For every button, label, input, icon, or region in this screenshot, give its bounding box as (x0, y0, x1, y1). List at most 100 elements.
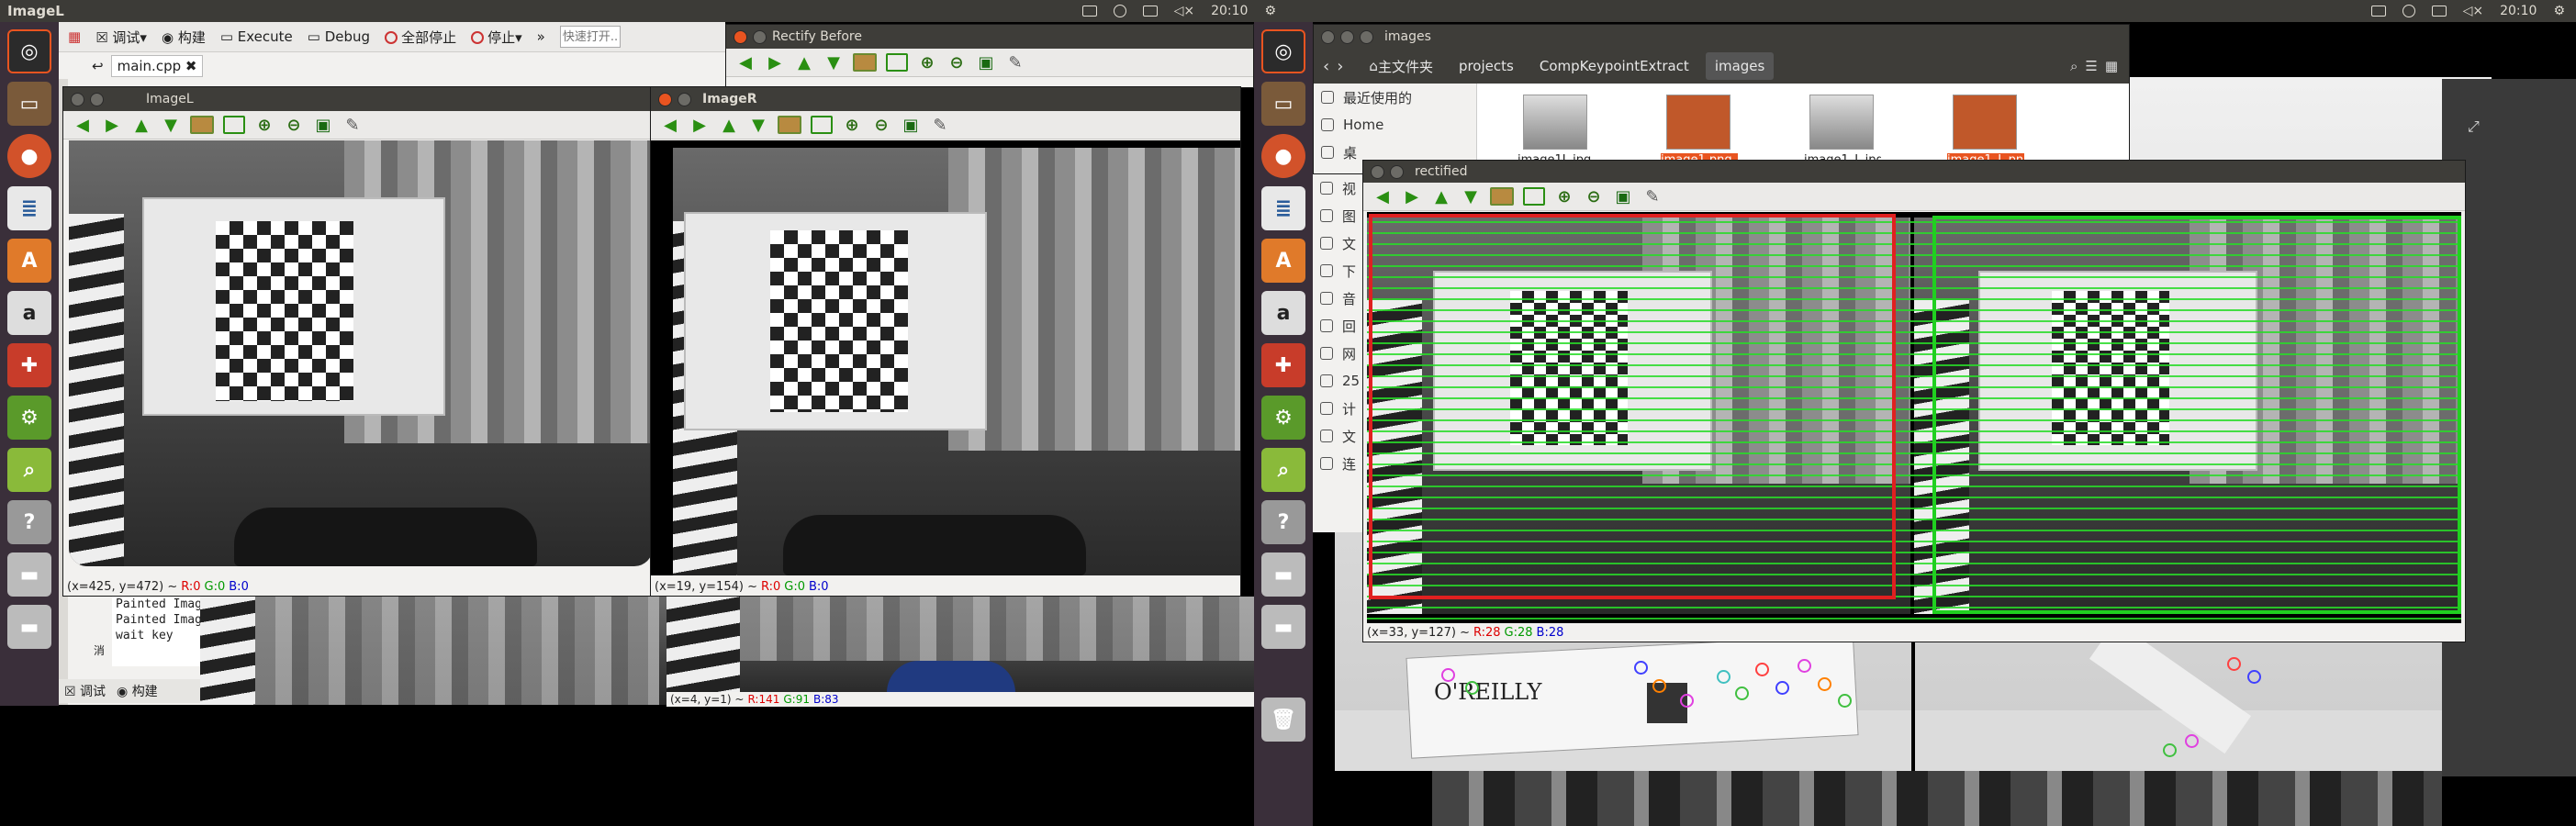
arrow-down-icon[interactable]: ▼ (823, 52, 844, 73)
forward-icon[interactable]: › (1337, 57, 1343, 76)
ubuntu-icon[interactable]: ◎ (7, 29, 51, 73)
zoom-in-icon[interactable]: ⊕ (842, 115, 862, 135)
system-tray-left[interactable]: ◁× 20:10 ⚙ (1081, 0, 1276, 22)
zoom-fit-icon[interactable] (811, 116, 833, 134)
minimize-button[interactable] (1340, 29, 1354, 44)
minimize-button[interactable] (90, 92, 104, 106)
arrow-up-icon[interactable]: ▲ (1431, 186, 1451, 206)
drive-icon[interactable]: ▬ (1261, 605, 1305, 649)
minimize-button[interactable] (678, 92, 691, 106)
arrow-left-icon[interactable]: ◀ (735, 52, 756, 73)
save-icon[interactable]: ▣ (901, 115, 921, 135)
search-icon[interactable]: ⌕ (2070, 58, 2078, 74)
mail-icon[interactable] (2370, 6, 2386, 17)
amazon-icon[interactable]: a (1261, 291, 1305, 335)
close-button[interactable] (1371, 164, 1384, 179)
breadcrumb-home[interactable]: ⌂ 主文件夹 (1360, 52, 1442, 80)
writer-icon[interactable]: ≣ (1261, 186, 1305, 230)
writer-icon[interactable]: ≣ (7, 186, 51, 230)
breadcrumb-projects[interactable]: projects (1450, 52, 1523, 80)
imager-titlebar[interactable]: ImageR (651, 87, 1240, 111)
rectify-before-titlebar[interactable]: Rectify Before (726, 25, 1253, 49)
fullscreen-icon[interactable]: ⤢ (2468, 117, 2480, 136)
file-thumb[interactable] (1953, 95, 2017, 150)
file-manager-titlebar[interactable]: images (1314, 25, 2129, 49)
battery-icon[interactable] (2431, 6, 2447, 17)
zoom-fit-icon[interactable] (223, 116, 245, 134)
image-icon[interactable] (1490, 187, 1514, 206)
terminal-icon[interactable]: ⚙ (7, 396, 51, 440)
files-icon[interactable]: ▭ (7, 82, 51, 126)
amazon-icon[interactable]: a (7, 291, 51, 335)
list-view-icon[interactable]: ☰ (2085, 58, 2097, 74)
arrow-left-icon[interactable]: ◀ (660, 115, 680, 135)
volume-icon[interactable]: ◁× (2463, 4, 2484, 18)
grid-icon[interactable]: ▦ (68, 28, 81, 45)
arrow-up-icon[interactable]: ▲ (719, 115, 739, 135)
tab-debug[interactable]: ☒ 调试 (64, 682, 106, 700)
imager-canvas[interactable] (673, 148, 1240, 575)
properties-icon[interactable]: ✎ (930, 115, 950, 135)
help-icon[interactable]: ? (7, 500, 51, 544)
software-center-icon[interactable]: A (7, 239, 51, 283)
arrow-right-icon[interactable]: ▶ (689, 115, 710, 135)
close-button[interactable] (1321, 29, 1335, 44)
maximize-button[interactable] (1360, 29, 1373, 44)
gear-icon[interactable]: ⚙ (1264, 4, 1276, 18)
terminal-icon[interactable]: ⚙ (1261, 396, 1305, 440)
close-button[interactable] (734, 29, 747, 44)
build-menu[interactable]: ◉ 构建 (162, 28, 206, 47)
wifi-icon[interactable] (1113, 5, 1126, 17)
close-button[interactable] (71, 92, 84, 106)
properties-icon[interactable]: ✎ (1642, 186, 1663, 206)
back-icon[interactable]: ↩ (92, 58, 104, 74)
arrow-down-icon[interactable]: ▼ (1461, 186, 1481, 206)
arrow-right-icon[interactable]: ▶ (765, 52, 785, 73)
properties-icon[interactable]: ✎ (1005, 52, 1025, 73)
image-icon[interactable] (853, 53, 877, 72)
imagel-canvas[interactable] (69, 140, 653, 566)
save-icon[interactable]: ▣ (313, 115, 333, 135)
image-icon[interactable] (778, 116, 801, 134)
arrow-down-icon[interactable]: ▼ (748, 115, 768, 135)
save-icon[interactable]: ▣ (1613, 186, 1633, 206)
ubuntu-icon[interactable]: ◎ (1261, 29, 1305, 73)
drive-icon[interactable]: ▬ (1261, 553, 1305, 597)
mail-icon[interactable] (1081, 6, 1097, 17)
stop-button[interactable]: 停止▾ (471, 28, 522, 47)
settings-icon[interactable]: ✚ (7, 343, 51, 387)
gear-icon[interactable]: ⚙ (2553, 4, 2565, 18)
file-thumb[interactable] (1809, 95, 1874, 150)
minimize-button[interactable] (1390, 164, 1404, 179)
file-thumb[interactable] (1523, 95, 1587, 150)
zoom-out-icon[interactable]: ⊖ (946, 52, 967, 73)
stop-all-button[interactable]: 全部停止 (385, 28, 456, 47)
breadcrumb-images[interactable]: images (1705, 52, 1775, 80)
arrow-right-icon[interactable]: ▶ (1402, 186, 1422, 206)
image-icon[interactable] (190, 116, 214, 134)
zoom-out-icon[interactable]: ⊖ (284, 115, 304, 135)
battery-icon[interactable] (1142, 6, 1158, 17)
tab-main-cpp[interactable]: main.cpp ✖ (110, 55, 204, 77)
debug-menu[interactable]: ☒ 调试▾ (95, 28, 147, 47)
arrow-down-icon[interactable]: ▼ (161, 115, 181, 135)
settings-icon[interactable]: ✚ (1261, 343, 1305, 387)
arrow-left-icon[interactable]: ◀ (73, 115, 93, 135)
sidebar-item-recent[interactable]: 最近使用的 (1314, 84, 1476, 111)
rectified-canvas[interactable] (1367, 212, 2461, 623)
search-icon[interactable]: ⌕ (1261, 448, 1305, 492)
close-button[interactable] (658, 92, 672, 106)
firefox-icon[interactable]: ● (1261, 134, 1305, 178)
search-icon[interactable]: ⌕ (7, 448, 51, 492)
zoom-in-icon[interactable]: ⊕ (917, 52, 937, 73)
zoom-in-icon[interactable]: ⊕ (254, 115, 274, 135)
file-thumb[interactable] (1666, 95, 1730, 150)
system-tray-right[interactable]: ◁× 20:10 ⚙ (2370, 0, 2565, 22)
arrow-right-icon[interactable]: ▶ (102, 115, 122, 135)
debug-button[interactable]: ▭ Debug (308, 28, 370, 45)
imagel-titlebar[interactable]: ImageL (63, 87, 656, 111)
arrow-left-icon[interactable]: ◀ (1372, 186, 1393, 206)
breadcrumb-compkeypointextract[interactable]: CompKeypointExtract (1530, 52, 1698, 80)
zoom-out-icon[interactable]: ⊖ (871, 115, 891, 135)
save-icon[interactable]: ▣ (976, 52, 996, 73)
